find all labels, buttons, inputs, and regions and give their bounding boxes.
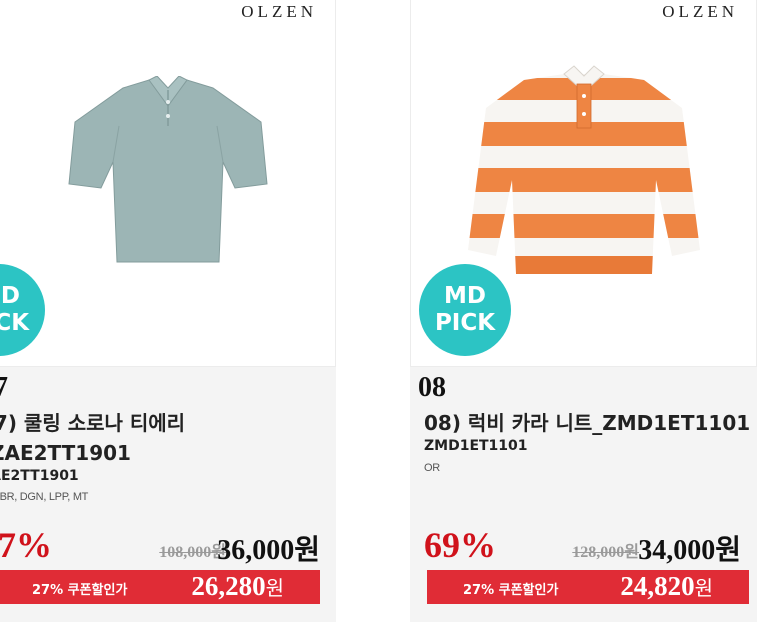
brand-logo: OLZEN [241, 2, 317, 21]
coupon-price: 26,280원 [191, 571, 284, 602]
coupon-price-value: 26,280 [191, 571, 266, 601]
discount-rate: 47% [0, 525, 52, 565]
coupon-price-bar[interactable]: 27% 쿠폰할인가 26,280원 [0, 570, 320, 604]
sale-price: 36,000원 [217, 535, 320, 566]
md-pick-badge: MD PICK [419, 264, 511, 356]
discount-rate: 69% [424, 525, 496, 565]
mint-polo-shirt-image[interactable] [53, 76, 283, 276]
product-colors: BE, BR, DGN, LPP, MT [0, 491, 89, 503]
orange-striped-knit-image[interactable] [464, 60, 704, 290]
product-image-area[interactable]: OLZEN MD PICK [0, 0, 336, 367]
coupon-price-value: 24,820 [620, 571, 695, 601]
coupon-label: 27% 쿠폰할인가 [32, 583, 128, 598]
product-card-08[interactable]: OLZEN MD PICK 08 08) 럭비 카라 니트_ZMD1ET1101… [410, 0, 757, 622]
original-price: 108,000원 [159, 544, 226, 561]
coupon-price-unit: 원 [694, 576, 713, 600]
product-name-line1[interactable]: 08) 럭비 카라 니트_ZMD1ET1101 [424, 408, 757, 438]
product-name[interactable]: 07) 쿨링 소로나 티에리 _ZAE2TT1901 [0, 408, 320, 468]
product-name-line2[interactable]: _ZAE2TT1901 [0, 438, 320, 468]
badge-text-md: MD [444, 283, 486, 309]
badge-text-pick: PICK [0, 310, 30, 336]
sale-price: 34,000원 [638, 535, 741, 566]
product-number: 07 [0, 372, 8, 403]
product-number: 08 [418, 372, 446, 403]
product-image-area[interactable]: OLZEN MD PICK [410, 0, 757, 367]
product-name-line1[interactable]: 07) 쿨링 소로나 티에리 [0, 408, 320, 438]
md-pick-badge: MD PICK [0, 264, 45, 356]
coupon-price-bar[interactable]: 27% 쿠폰할인가 24,820원 [427, 570, 749, 604]
product-code: ZAE2TT1901 [0, 468, 79, 484]
badge-text-md: MD [0, 283, 20, 309]
original-price: 128,000원 [572, 544, 639, 561]
product-colors: OR [424, 462, 440, 474]
product-code: ZMD1ET1101 [424, 438, 528, 454]
brand-logo: OLZEN [662, 2, 738, 21]
coupon-price: 24,820원 [620, 571, 713, 602]
product-card-07[interactable]: OLZEN MD PICK 07 07) 쿨링 소로나 티에리 _ZAE2TT1… [0, 0, 336, 622]
coupon-price-unit: 원 [265, 576, 284, 600]
badge-text-pick: PICK [434, 310, 496, 336]
product-name[interactable]: 08) 럭비 카라 니트_ZMD1ET1101 [424, 408, 757, 438]
coupon-label: 27% 쿠폰할인가 [463, 583, 559, 598]
